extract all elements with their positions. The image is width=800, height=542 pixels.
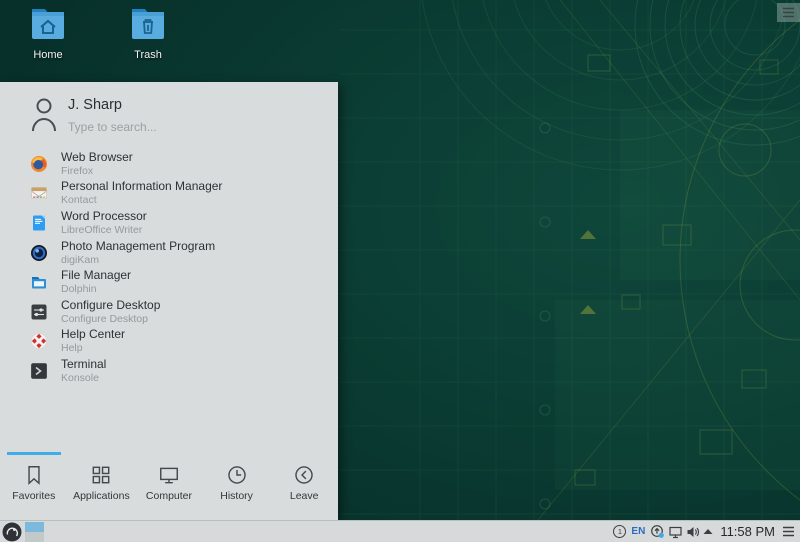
- tab-leave[interactable]: Leave: [270, 452, 338, 520]
- app-item-configure-desktop[interactable]: Configure Desktop Configure Desktop: [0, 297, 338, 327]
- desktop-screen: Home Trash: [0, 0, 800, 542]
- software-updates-icon[interactable]: [650, 524, 665, 539]
- help-lifebuoy-icon: [30, 332, 48, 350]
- app-item-terminal[interactable]: Terminal Konsole: [0, 356, 338, 386]
- leave-back-icon: [293, 464, 315, 486]
- desktop-icon-label: Home: [14, 49, 82, 61]
- volume-icon[interactable]: [686, 525, 700, 539]
- digikam-icon: [30, 244, 48, 262]
- app-title: Word Processor: [61, 210, 147, 223]
- app-item-help-center[interactable]: Help Center Help: [0, 327, 338, 357]
- launcher-header: J. Sharp Type to search...: [0, 82, 338, 148]
- app-item-word-processor[interactable]: Word Processor LibreOffice Writer: [0, 208, 338, 238]
- launcher-tab-bar: Favorites Applications: [0, 452, 338, 520]
- desktop-icon-label: Trash: [114, 49, 182, 61]
- grid-icon: [90, 464, 112, 486]
- monitor-icon: [158, 464, 180, 486]
- tab-label: History: [220, 490, 253, 502]
- app-title: Photo Management Program: [61, 240, 215, 253]
- keyboard-layout-indicator[interactable]: EN: [629, 526, 647, 537]
- network-icon[interactable]: [668, 525, 683, 539]
- app-title: Configure Desktop: [61, 299, 160, 312]
- search-input[interactable]: Type to search...: [68, 120, 318, 134]
- libreoffice-writer-icon: [30, 214, 48, 232]
- app-subtitle: Kontact: [61, 194, 222, 206]
- tab-label: Favorites: [12, 490, 55, 502]
- desktop-icon-trash[interactable]: Trash: [114, 6, 182, 61]
- app-title: Personal Information Manager: [61, 180, 222, 193]
- virtual-desktop-pager[interactable]: [25, 522, 44, 542]
- tab-computer[interactable]: Computer: [135, 452, 203, 520]
- app-launcher-button[interactable]: [2, 522, 22, 542]
- desktop-icon-home[interactable]: Home: [14, 6, 82, 61]
- app-item-web-browser[interactable]: Web Browser Firefox: [0, 149, 338, 179]
- clock-icon: [226, 464, 248, 486]
- application-launcher-menu: J. Sharp Type to search... Web Browser F…: [0, 82, 338, 520]
- desktop-toolbox-button[interactable]: [777, 3, 800, 22]
- app-item-file-manager[interactable]: File Manager Dolphin: [0, 267, 338, 297]
- pager-desktop-1[interactable]: [25, 522, 44, 532]
- tab-applications[interactable]: Applications: [68, 452, 136, 520]
- tab-label: Applications: [73, 490, 130, 502]
- expand-tray-arrow-icon[interactable]: [703, 528, 713, 535]
- app-title: File Manager: [61, 269, 131, 282]
- kontact-icon: [30, 184, 48, 202]
- konsole-prompt-icon: [30, 362, 48, 380]
- pager-desktop-2[interactable]: [25, 532, 44, 542]
- app-subtitle: Firefox: [61, 165, 133, 177]
- firefox-icon: [30, 155, 48, 173]
- app-title: Help Center: [61, 328, 125, 341]
- bookmark-icon: [23, 464, 45, 486]
- active-tab-indicator: [7, 452, 61, 455]
- system-tray: 1 EN: [613, 521, 795, 542]
- home-folder-icon: [26, 6, 70, 44]
- app-subtitle: Dolphin: [61, 283, 131, 295]
- app-title: Terminal: [61, 358, 106, 371]
- tab-label: Computer: [146, 490, 192, 502]
- taskbar-panel: 1 EN: [0, 520, 800, 542]
- tab-favorites[interactable]: Favorites: [0, 452, 68, 520]
- hamburger-menu-icon: [782, 7, 795, 18]
- app-subtitle: Help: [61, 342, 125, 354]
- app-item-photo-management[interactable]: Photo Management Program digiKam: [0, 238, 338, 268]
- user-name: J. Sharp: [68, 97, 122, 113]
- app-subtitle: Konsole: [61, 372, 106, 384]
- favorites-app-list: Web Browser Firefox Pe: [0, 149, 338, 386]
- app-subtitle: LibreOffice Writer: [61, 224, 147, 236]
- app-title: Web Browser: [61, 151, 133, 164]
- app-subtitle: digiKam: [61, 254, 215, 266]
- app-subtitle: Configure Desktop: [61, 313, 160, 325]
- digital-clock[interactable]: 11:58 PM: [716, 524, 779, 539]
- trash-folder-icon: [126, 6, 170, 44]
- panel-overflow-menu-icon[interactable]: [782, 526, 795, 537]
- dolphin-folder-icon: [30, 273, 48, 291]
- user-avatar-icon: [31, 97, 57, 133]
- notifications-icon[interactable]: 1: [613, 525, 626, 538]
- tab-label: Leave: [290, 490, 319, 502]
- settings-sliders-icon: [30, 303, 48, 321]
- app-item-pim[interactable]: Personal Information Manager Kontact: [0, 179, 338, 209]
- notification-count: 1: [613, 525, 626, 538]
- tab-history[interactable]: History: [203, 452, 271, 520]
